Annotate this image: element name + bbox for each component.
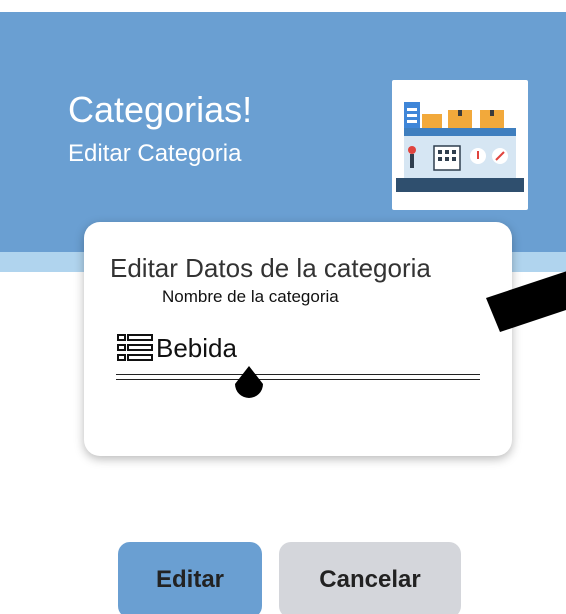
input-underline [116,374,480,380]
category-name-label: Nombre de la categoria [162,287,339,306]
edit-category-card: Editar Datos de la categoria Nombre de l… [84,222,512,456]
store-shelf-icon [392,80,528,210]
text-cursor-handle-icon[interactable] [232,366,266,402]
page-title: Categorias! [68,89,253,130]
list-icon [116,332,156,364]
black-slash-mark [486,250,566,340]
header-banner: Categorias! Editar Categoria [0,12,566,252]
category-name-input[interactable]: Bebida [156,332,237,364]
category-name-field[interactable]: Bebida [116,332,237,364]
card-title: Editar Datos de la categoria [110,253,431,283]
cancel-button[interactable]: Cancelar [279,542,461,614]
edit-category-screen: Categorias! Editar Categoria Editar Dato… [0,0,566,614]
edit-button[interactable]: Editar [118,542,262,614]
page-subtitle: Editar Categoria [68,140,242,167]
